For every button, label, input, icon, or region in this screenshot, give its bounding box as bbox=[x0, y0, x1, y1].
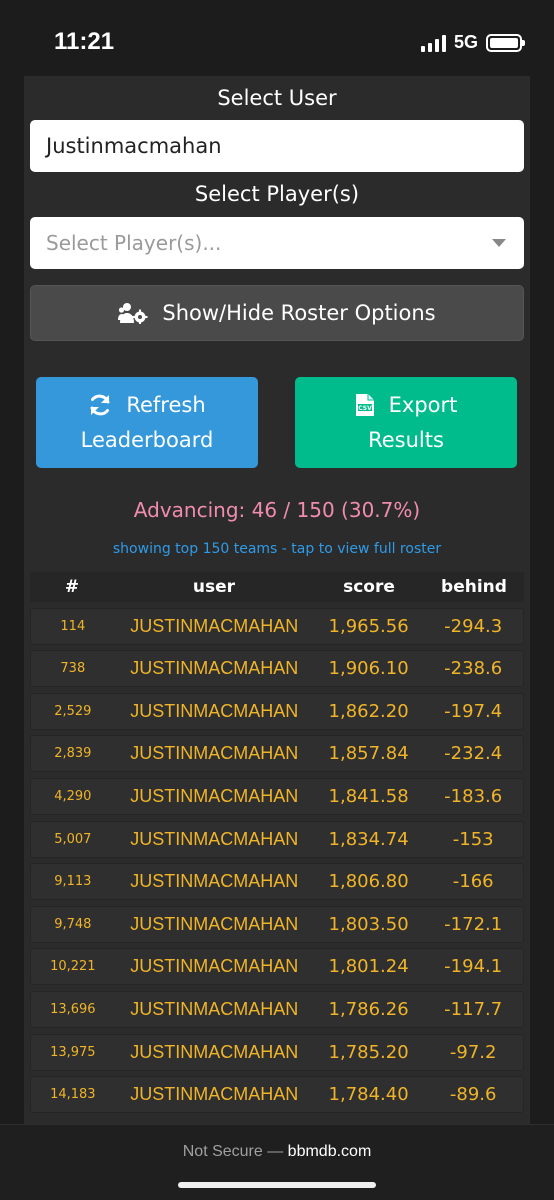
table-row[interactable]: 13,975 JUSTINMACMAHAN 1,785.20 -97.2 bbox=[30, 1033, 524, 1071]
battery-icon bbox=[486, 33, 525, 52]
row-rank: 13,696 bbox=[50, 1001, 96, 1017]
row-rank: 4,290 bbox=[54, 788, 92, 804]
row-behind: -117.7 bbox=[444, 998, 503, 1020]
row-behind: -153 bbox=[452, 828, 494, 850]
row-score: 1,841.58 bbox=[328, 785, 409, 807]
row-behind: -183.6 bbox=[444, 785, 503, 807]
row-score: 1,786.26 bbox=[328, 998, 409, 1020]
table-row[interactable]: 114 JUSTINMACMAHAN 1,965.56 -294.3 bbox=[30, 607, 524, 645]
row-score: 1,806.80 bbox=[328, 871, 409, 893]
row-behind: -294.3 bbox=[444, 615, 503, 637]
row-rank: 14,183 bbox=[50, 1087, 96, 1103]
row-rank: 5,007 bbox=[54, 831, 92, 847]
header-rank[interactable]: # bbox=[30, 577, 114, 597]
row-user: JUSTINMACMAHAN bbox=[130, 615, 299, 636]
row-user: JUSTINMACMAHAN bbox=[130, 1084, 299, 1105]
player-select-placeholder: Select Player(s)... bbox=[46, 231, 222, 255]
row-rank: 114 bbox=[60, 618, 86, 634]
table-row[interactable]: 2,529 JUSTINMACMAHAN 1,862.20 -197.4 bbox=[30, 692, 524, 730]
row-user: JUSTINMACMAHAN bbox=[130, 658, 299, 679]
chevron-down-icon bbox=[492, 239, 506, 247]
row-behind: -194.1 bbox=[444, 956, 503, 978]
row-score: 1,965.56 bbox=[328, 615, 409, 637]
status-time: 11:21 bbox=[54, 28, 115, 55]
address-bar[interactable]: Not Secure — bbmdb.com bbox=[0, 1143, 554, 1161]
row-user: JUSTINMACMAHAN bbox=[130, 828, 299, 849]
row-score: 1,834.74 bbox=[328, 828, 409, 850]
view-full-roster-link[interactable]: showing top 150 teams - tap to view full… bbox=[24, 541, 530, 557]
row-user: JUSTINMACMAHAN bbox=[130, 743, 299, 764]
row-user: JUSTINMACMAHAN bbox=[130, 700, 299, 721]
row-score: 1,784.40 bbox=[328, 1084, 409, 1106]
row-user: JUSTINMACMAHAN bbox=[130, 871, 299, 892]
svg-text:CSV: CSV bbox=[358, 405, 372, 412]
home-indicator[interactable] bbox=[178, 1182, 376, 1188]
row-user: JUSTINMACMAHAN bbox=[130, 998, 299, 1019]
table-row[interactable]: 4,290 JUSTINMACMAHAN 1,841.58 -183.6 bbox=[30, 777, 524, 815]
table-row[interactable]: 9,748 JUSTINMACMAHAN 1,803.50 -172.1 bbox=[30, 905, 524, 943]
network-type: 5G bbox=[453, 32, 478, 52]
row-user: JUSTINMACMAHAN bbox=[130, 956, 299, 977]
leaderboard-panel: Select User Justinmacmahan Select Player… bbox=[24, 76, 530, 1126]
table-row[interactable]: 9,113 JUSTINMACMAHAN 1,806.80 -166 bbox=[30, 863, 524, 901]
status-indicators: 5G bbox=[420, 32, 525, 53]
header-score[interactable]: score bbox=[314, 577, 424, 597]
roster-options-toggle-button[interactable]: Show/Hide Roster Options bbox=[30, 285, 524, 341]
row-score: 1,785.20 bbox=[328, 1041, 409, 1063]
row-rank: 738 bbox=[60, 661, 86, 677]
table-row[interactable]: 14,183 JUSTINMACMAHAN 1,784.40 -89.6 bbox=[30, 1076, 524, 1114]
row-rank: 2,839 bbox=[54, 746, 92, 762]
row-rank: 2,529 bbox=[54, 703, 92, 719]
row-rank: 9,113 bbox=[54, 874, 92, 890]
export-label-line2: Results bbox=[368, 427, 444, 452]
table-row[interactable]: 5,007 JUSTINMACMAHAN 1,834.74 -153 bbox=[30, 820, 524, 858]
row-user: JUSTINMACMAHAN bbox=[130, 785, 299, 806]
refresh-label-line2: Leaderboard bbox=[80, 427, 214, 452]
signal-icon bbox=[420, 34, 446, 52]
row-behind: -172.1 bbox=[444, 913, 503, 935]
header-user[interactable]: user bbox=[114, 577, 314, 597]
row-score: 1,803.50 bbox=[328, 913, 409, 935]
export-label-line1: Export bbox=[388, 392, 458, 417]
row-score: 1,857.84 bbox=[328, 743, 409, 765]
advancing-summary: Advancing: 46 / 150 (30.7%) bbox=[133, 498, 421, 522]
row-behind: -97.2 bbox=[449, 1041, 497, 1063]
export-results-button[interactable]: CSV Export Results bbox=[295, 377, 517, 468]
table-header: # user score behind bbox=[30, 572, 524, 602]
user-input[interactable]: Justinmacmahan bbox=[30, 120, 524, 172]
browser-bottom-bar: Not Secure — bbmdb.com bbox=[0, 1124, 554, 1200]
row-behind: -197.4 bbox=[444, 700, 503, 722]
row-score: 1,801.24 bbox=[328, 956, 409, 978]
row-behind: -166 bbox=[452, 871, 494, 893]
row-behind: -238.6 bbox=[444, 658, 503, 680]
header-behind[interactable]: behind bbox=[424, 577, 524, 597]
row-rank: 10,221 bbox=[50, 959, 96, 975]
csv-file-icon: CSV bbox=[355, 394, 374, 416]
select-user-label: Select User bbox=[217, 86, 337, 110]
roster-options-label: Show/Hide Roster Options bbox=[162, 301, 436, 325]
table-row[interactable]: 13,696 JUSTINMACMAHAN 1,786.26 -117.7 bbox=[30, 990, 524, 1028]
table-row[interactable]: 10,221 JUSTINMACMAHAN 1,801.24 -194.1 bbox=[30, 948, 524, 986]
select-players-label: Select Player(s) bbox=[194, 182, 360, 206]
table-row[interactable]: 738 JUSTINMACMAHAN 1,906.10 -238.6 bbox=[30, 650, 524, 688]
users-cog-icon bbox=[118, 303, 148, 324]
leaderboard-table: # user score behind 114 JUSTINMACMAHAN 1,9… bbox=[30, 572, 524, 1114]
row-user: JUSTINMACMAHAN bbox=[130, 913, 299, 934]
player-select[interactable]: Select Player(s)... bbox=[30, 217, 524, 269]
row-behind: -232.4 bbox=[444, 743, 503, 765]
row-rank: 13,975 bbox=[50, 1044, 96, 1060]
domain-label: bbmdb.com bbox=[287, 1143, 372, 1160]
row-score: 1,906.10 bbox=[328, 658, 409, 680]
status-bar: 11:21 5G bbox=[0, 0, 554, 80]
row-user: JUSTINMACMAHAN bbox=[130, 1041, 299, 1062]
refresh-label-line1: Refresh bbox=[126, 392, 206, 417]
row-rank: 9,748 bbox=[54, 916, 92, 932]
table-row[interactable]: 2,839 JUSTINMACMAHAN 1,857.84 -232.4 bbox=[30, 735, 524, 773]
row-score: 1,862.20 bbox=[328, 700, 409, 722]
row-behind: -89.6 bbox=[449, 1084, 497, 1106]
refresh-leaderboard-button[interactable]: Refresh Leaderboard bbox=[36, 377, 258, 468]
sync-icon bbox=[90, 394, 110, 416]
not-secure-label: Not Secure — bbox=[182, 1143, 284, 1160]
